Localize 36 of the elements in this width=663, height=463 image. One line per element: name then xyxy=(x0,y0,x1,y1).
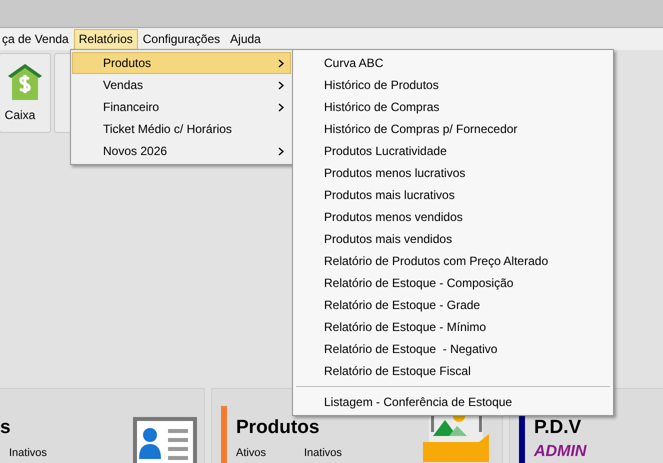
menu-item[interactable]: Produtos menos vendidos xyxy=(293,206,613,228)
menu-item[interactable]: Relatório de Estoque - Mínimo xyxy=(293,316,613,338)
stat-label: Inativos xyxy=(304,446,342,460)
user-role: ADMIN xyxy=(534,442,586,462)
house-dollar-icon xyxy=(8,62,42,100)
toolbar-button[interactable]: Caixa xyxy=(0,53,51,133)
menu-item[interactable]: Relatório de Produtos com Preço Alterado xyxy=(293,250,613,272)
menu-item[interactable]: Histórico de Produtos xyxy=(293,74,613,96)
menu-item[interactable]: Histórico de Compras p/ Fornecedor xyxy=(293,118,613,140)
card-title: s xyxy=(0,417,11,439)
menu-item[interactable]: Ticket Médio c/ Horários xyxy=(72,118,291,140)
card-title: P.D.V xyxy=(534,417,582,439)
menu-item[interactable]: Novos 2026 xyxy=(72,140,291,162)
menu-item[interactable]: Vendas xyxy=(72,74,291,96)
id-card-icon xyxy=(133,417,197,463)
menu-item[interactable]: Listagem - Conferência de Estoque xyxy=(293,391,613,413)
menu-item[interactable]: Relatório de Estoque - Composição xyxy=(293,272,613,294)
menu-item[interactable]: Relatório de Estoque - Grade xyxy=(293,294,613,316)
stat-label: Ativos xyxy=(236,446,266,460)
menu-bar-item[interactable]: Ajuda xyxy=(225,28,266,50)
menu-item[interactable]: Relatório de Estoque Fiscal xyxy=(293,360,613,382)
menu-item[interactable]: Produtos xyxy=(72,52,291,74)
menu-item[interactable]: Financeiro xyxy=(72,96,291,118)
card-title: Produtos xyxy=(236,417,320,439)
menu-item[interactable]: Produtos menos lucrativos xyxy=(293,162,613,184)
menu-bar-item[interactable]: Relatórios xyxy=(74,28,138,50)
toolbar-label: Caixa xyxy=(4,107,36,124)
menu-item[interactable]: Produtos Lucratividade xyxy=(293,140,613,162)
stat-label: Inativos xyxy=(9,446,47,460)
menu-bar-item[interactable]: Configurações xyxy=(138,28,226,50)
menu-bar-item[interactable]: ça de Venda xyxy=(0,28,74,50)
menu-item[interactable]: Produtos mais vendidos xyxy=(293,228,613,250)
menu-item[interactable]: Curva ABC xyxy=(293,52,613,74)
menu-item[interactable]: Relatório de Estoque - Negativo xyxy=(293,338,613,360)
menu-item[interactable]: Produtos mais lucrativos xyxy=(293,184,613,206)
menu-item[interactable]: Histórico de Compras xyxy=(293,96,613,118)
